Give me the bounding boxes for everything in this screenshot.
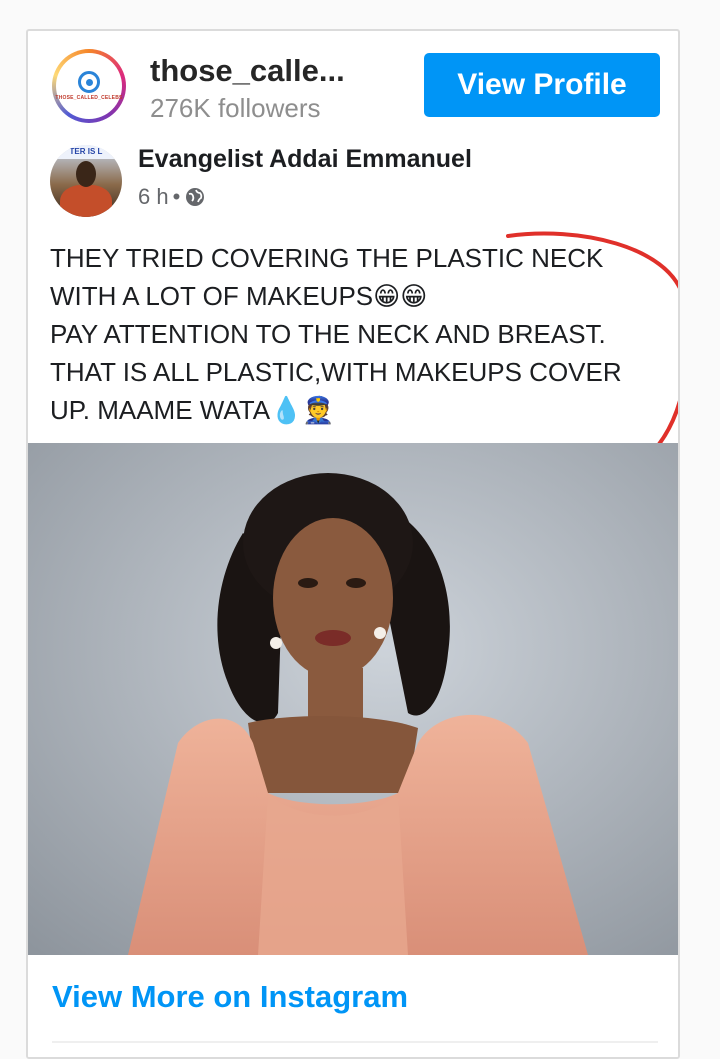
post-meta: 6 h • [138,184,206,210]
woman-portrait-image [28,443,678,955]
instagram-footer: View More on Instagram [28,955,678,1057]
post-text-line: THEY TRIED COVERING THE PLASTIC NECK [50,243,604,273]
author-avatar: TER IS L [50,145,122,217]
post-text-line: PAY ATTENTION TO THE NECK AND BREAST. [50,319,606,349]
facebook-post-screenshot: TER IS L Evangelist Addai Emmanuel 6 h •… [28,131,678,495]
post-photo[interactable] [28,443,678,955]
follower-count: 276K followers [150,93,321,123]
profile-avatar[interactable]: THOSE_CALLED_CELEBS [52,49,126,123]
post-time: 6 h [138,184,169,209]
avatar-label: THOSE_CALLED_CELEBS [55,95,123,101]
post-text-line: UP. MAAME WATA💧👮 [50,395,335,425]
profile-username[interactable]: those_calle... [150,53,360,89]
avatar-banner: TER IS L [50,145,122,159]
post-text-line: WITH A LOT OF MAKEUPS😁😁 [50,281,428,311]
camera-logo-icon [78,71,100,93]
meta-separator: • [172,184,181,209]
instagram-embed-card: THOSE_CALLED_CELEBS those_calle... 276K … [26,29,680,1059]
globe-icon [186,188,205,206]
author-name: Evangelist Addai Emmanuel [138,145,472,173]
view-more-on-instagram-link[interactable]: View More on Instagram [52,979,408,1015]
post-text: THEY TRIED COVERING THE PLASTIC NECK WIT… [50,239,660,429]
post-text-line: THAT IS ALL PLASTIC,WITH MAKEUPS COVER [50,357,622,387]
view-profile-button[interactable]: View Profile [424,53,660,117]
instagram-header: THOSE_CALLED_CELEBS those_calle... 276K … [28,31,678,141]
